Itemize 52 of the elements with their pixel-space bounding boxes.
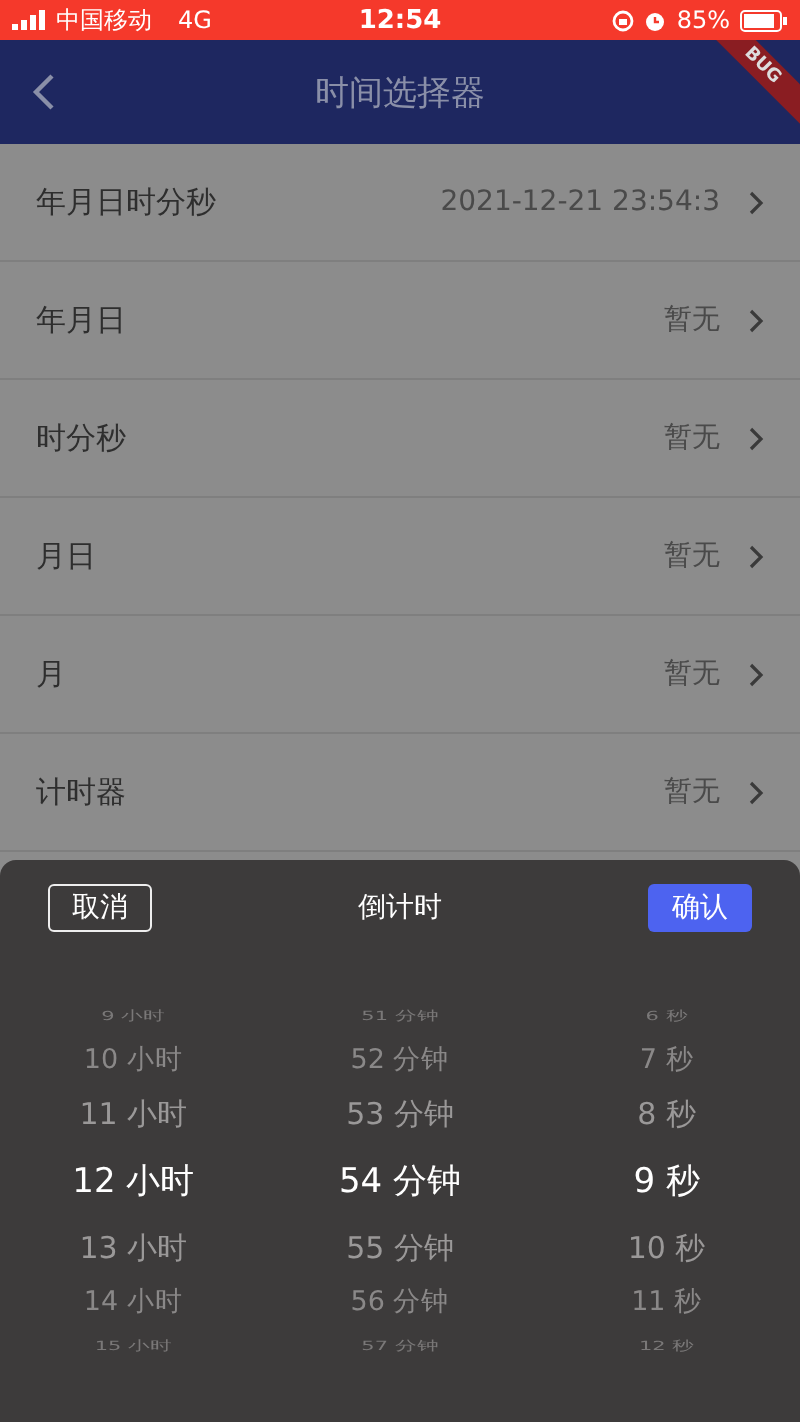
picker-option[interactable]: 11 秒 [631, 1278, 703, 1326]
row-label: 年月日时分秒 [36, 183, 218, 221]
network-type: 4G [178, 6, 212, 34]
alarm-icon [644, 9, 667, 31]
row-label: 时分秒 [36, 419, 128, 457]
cancel-button[interactable]: 取消 [48, 884, 152, 932]
page-title: 时间选择器 [315, 71, 485, 115]
row-label: 月日 [36, 537, 98, 575]
picker-option[interactable]: 13 小时 [79, 1218, 188, 1278]
row-label: 计时器 [36, 773, 128, 811]
battery-icon [740, 9, 789, 31]
picker-option[interactable]: 52 分钟 [350, 1036, 450, 1084]
chevron-icon [748, 661, 764, 687]
list-row[interactable]: 计时器 暂无 [0, 734, 800, 852]
row-label: 年月日 [36, 301, 128, 339]
list-row[interactable]: 年月日 暂无 [0, 262, 800, 380]
row-value: 暂无 [664, 420, 720, 456]
picker-option[interactable]: 54 分钟 [338, 1144, 462, 1218]
picker-option[interactable]: 10 小时 [83, 1036, 183, 1084]
carrier-name: 中国移动 [56, 3, 152, 37]
list-row[interactable]: 年月日时分秒 2021-12-21 23:54:3 [0, 144, 800, 262]
picker-option[interactable]: 8 秒 [637, 1084, 696, 1144]
picker-option[interactable]: 7 秒 [639, 1036, 694, 1084]
confirm-button[interactable]: 确认 [648, 884, 752, 932]
list-row[interactable]: 时分秒 暂无 [0, 380, 800, 498]
picker-option[interactable]: 55 分钟 [346, 1218, 454, 1278]
clock-time: 12:54 [358, 5, 442, 35]
chevron-icon [748, 307, 764, 333]
row-value: 暂无 [664, 302, 720, 338]
row-value: 2021-12-21 23:54:3 [440, 186, 720, 218]
picker-option[interactable]: 11 小时 [79, 1084, 188, 1144]
back-icon[interactable] [32, 72, 56, 112]
signal-icon [12, 10, 46, 30]
rotation-lock-icon [612, 9, 635, 31]
picker-option[interactable]: 56 分钟 [350, 1278, 450, 1326]
chevron-icon [748, 543, 764, 569]
row-value: 暂无 [664, 538, 720, 574]
row-value: 暂无 [664, 774, 720, 810]
picker-option[interactable]: 53 分钟 [346, 1084, 454, 1144]
picker-option[interactable]: 12 小时 [72, 1144, 195, 1218]
picker-option[interactable]: 10 秒 [627, 1218, 706, 1278]
list-row[interactable]: 月 暂无 [0, 616, 800, 734]
chevron-icon [748, 425, 764, 451]
picker-option[interactable]: 9 秒 [633, 1144, 700, 1218]
chevron-icon [748, 779, 764, 805]
battery-percent: 85% [676, 6, 731, 34]
row-value: 暂无 [664, 656, 720, 692]
sheet-title: 倒计时 [358, 890, 442, 926]
row-label: 月 [36, 655, 68, 693]
list-row[interactable]: 月日 暂无 [0, 498, 800, 616]
picker-option[interactable]: 14 小时 [83, 1278, 183, 1326]
chevron-icon [748, 189, 764, 215]
